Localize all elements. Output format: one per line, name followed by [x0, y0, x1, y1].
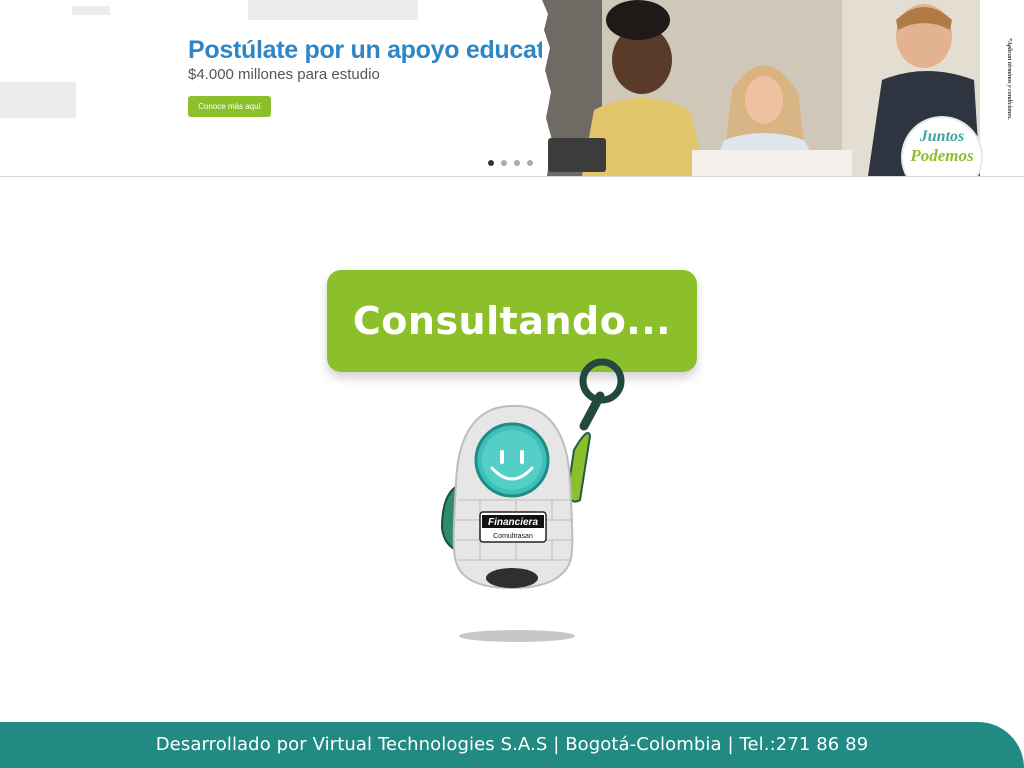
- legal-strip: [980, 0, 1024, 176]
- magnifying-glass-icon: [579, 358, 625, 431]
- learn-more-button[interactable]: Conoce más aquí: [188, 96, 271, 117]
- badge-line-1: Juntos: [919, 128, 965, 145]
- footer-text: Desarrollado por Virtual Technologies S.…: [155, 734, 869, 755]
- robot-brand-line-2: Comultrasan: [493, 533, 533, 540]
- carousel-dots: [488, 160, 533, 166]
- carousel-dot[interactable]: [514, 160, 520, 166]
- legal-note: *Aplican términos y condiciones.: [1006, 38, 1012, 121]
- torn-paper-decoration: [248, 0, 418, 20]
- torn-paper-decoration: [0, 82, 76, 118]
- loading-text: Consultando...: [352, 299, 672, 343]
- robot-brand-line-1: Financiera: [488, 517, 538, 528]
- carousel-dot[interactable]: [527, 160, 533, 166]
- footer: Desarrollado por Virtual Technologies S.…: [0, 722, 1024, 768]
- banner-subtitle: $4.000 millones para estudio: [188, 66, 380, 83]
- carousel-dot[interactable]: [488, 160, 494, 166]
- torn-paper-decoration: [72, 6, 110, 15]
- robot-shadow: [459, 630, 575, 642]
- carousel-dot[interactable]: [501, 160, 507, 166]
- robot-mascot: Financiera Comultrasan: [440, 358, 625, 642]
- badge-line-2: Podemos: [910, 146, 974, 165]
- hero-banner[interactable]: Postúlate por un apoyo educativo $4.000 …: [0, 0, 1024, 177]
- banner-title: Postúlate por un apoyo educativo: [188, 36, 580, 64]
